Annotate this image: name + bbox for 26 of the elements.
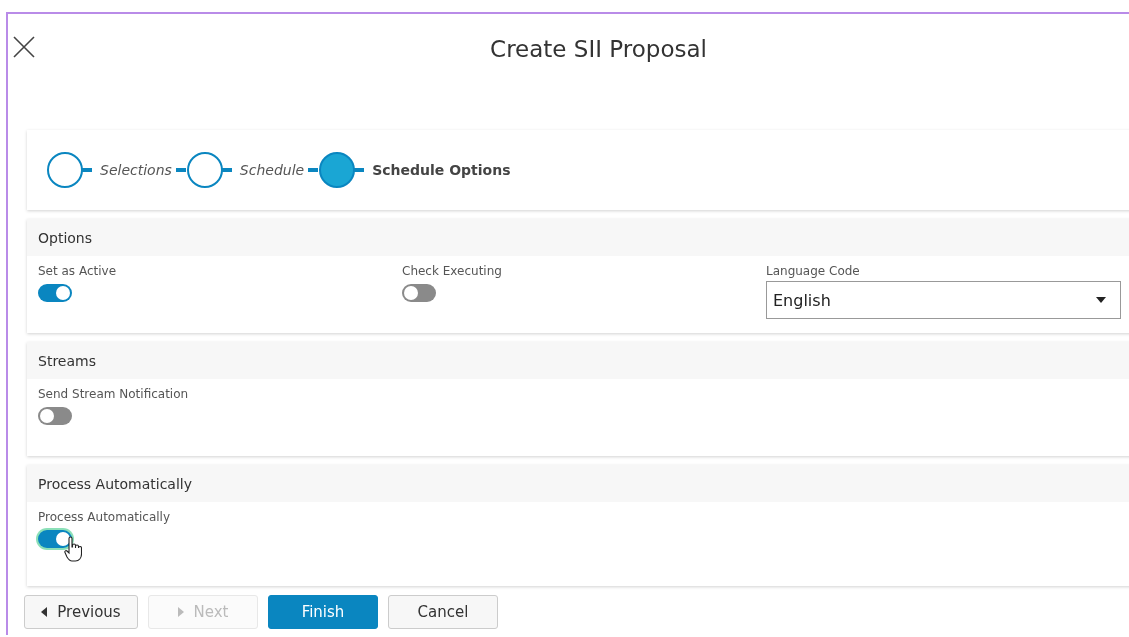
- language-select[interactable]: English: [766, 281, 1121, 319]
- toggle-switch[interactable]: [402, 284, 436, 302]
- dropdown-caret-icon: [1096, 297, 1106, 303]
- caret-right-icon: [177, 607, 184, 617]
- step-label[interactable]: Schedule: [239, 162, 305, 178]
- section-title: Streams: [38, 352, 96, 369]
- plain-button[interactable]: Cancel: [388, 595, 498, 629]
- hand-cursor-icon: [64, 536, 82, 562]
- step-label[interactable]: Schedule Options: [372, 162, 511, 178]
- step-icon[interactable]: [175, 151, 232, 189]
- caret-left-icon: [41, 607, 48, 617]
- field-label: Set as Active: [38, 264, 118, 278]
- close-icon[interactable]: [13, 36, 35, 58]
- section-title: Process Automatically: [38, 475, 192, 492]
- dialog-title: Create SII Proposal: [490, 36, 707, 62]
- field-label: Language Code: [766, 264, 861, 278]
- field-label: Send Stream Notification: [38, 387, 190, 401]
- toggle-switch[interactable]: [38, 407, 72, 425]
- toggle-switch[interactable]: [38, 284, 72, 302]
- section-title: Options: [38, 229, 93, 246]
- primary-button[interactable]: Finish: [268, 595, 378, 629]
- field-label: Check Executing: [402, 264, 503, 278]
- step-label[interactable]: Selections: [100, 162, 172, 178]
- current-step-icon[interactable]: [308, 151, 365, 189]
- field-label: Process Automatically: [38, 510, 171, 524]
- previous-button[interactable]: Previous: [24, 595, 138, 629]
